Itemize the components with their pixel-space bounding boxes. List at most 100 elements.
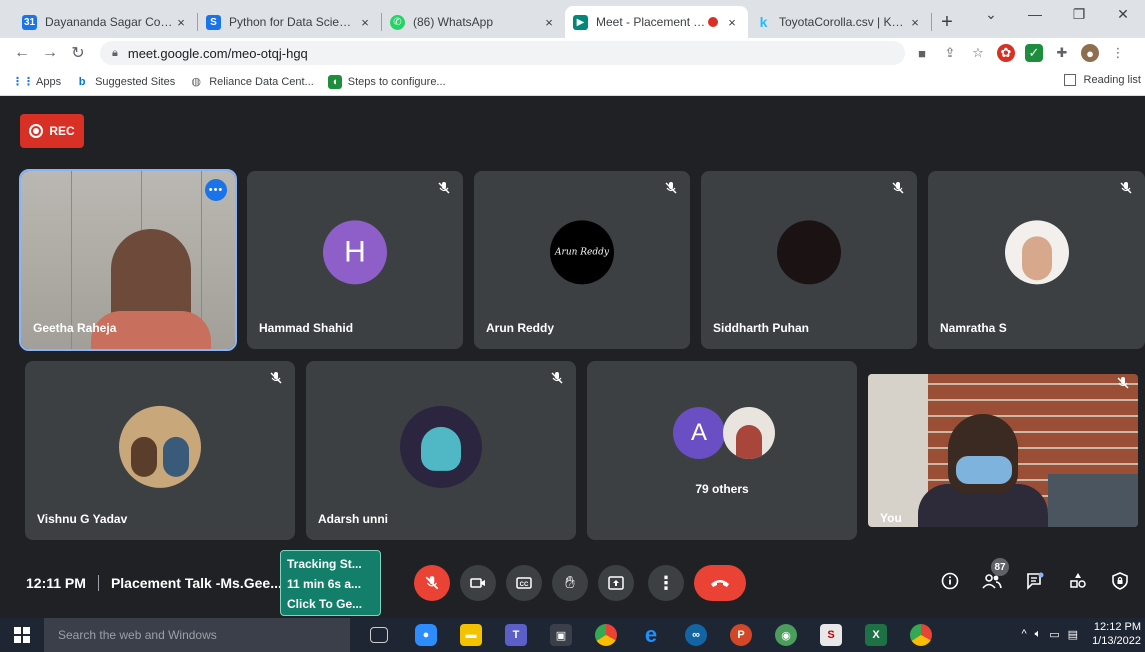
meeting-title[interactable]: Placement Talk -Ms.Gee...: [111, 575, 282, 591]
windows-taskbar: Search the web and Windows: [0, 618, 1145, 652]
present-screen-button[interactable]: [598, 565, 634, 601]
avatar: H: [323, 220, 387, 285]
tab-python[interactable]: S Python for Data Science - ×: [198, 6, 381, 38]
tracking-extension-popup[interactable]: Tracking St... 11 min 6s a... Click To G…: [280, 550, 381, 616]
app-icon[interactable]: S: [820, 624, 842, 646]
lock-icon: 🔒︎: [112, 46, 118, 59]
webex-icon[interactable]: ∞: [685, 624, 707, 646]
bookmark-suggested-sites[interactable]: b Suggested Sites: [75, 75, 176, 89]
mic-off-icon: [1120, 182, 1132, 194]
url-input[interactable]: 🔒︎ meet.google.com/meo-otqj-hgq: [100, 41, 905, 65]
participant-tile-arun[interactable]: Arun Reddy Arun Reddy: [474, 171, 690, 349]
tab-close-icon[interactable]: ×: [357, 15, 373, 30]
divider: [97, 575, 99, 591]
chrome-icon[interactable]: [910, 624, 932, 646]
notification-icon[interactable]: ▤: [1068, 628, 1078, 641]
file-explorer-icon[interactable]: ▬: [460, 624, 482, 646]
participant-tile-vishnu[interactable]: Vishnu G Yadav: [25, 361, 295, 540]
start-button[interactable]: [0, 618, 44, 652]
extension-check-icon[interactable]: ✓: [1025, 44, 1043, 62]
globe-icon: ◍: [191, 76, 201, 88]
reload-icon[interactable]: ↻: [64, 43, 92, 63]
restore-icon[interactable]: ❐: [1057, 6, 1101, 23]
bookmark-steps[interactable]: ◖ Steps to configure...: [327, 74, 446, 89]
reading-list-button[interactable]: Reading list: [1063, 74, 1141, 86]
chrome-profile-icon[interactable]: ◉: [775, 624, 797, 646]
participant-tile-siddharth[interactable]: Siddharth Puhan: [701, 171, 917, 349]
participant-tile-hammad[interactable]: H Hammad Shahid: [247, 171, 463, 349]
tab-close-icon[interactable]: ×: [173, 15, 189, 30]
more-options-button[interactable]: ⋮: [648, 565, 684, 601]
whatsapp-icon: ✆: [390, 14, 405, 30]
more-options-icon[interactable]: •••: [205, 179, 227, 201]
share-icon[interactable]: ⇪: [941, 44, 959, 62]
battery-icon[interactable]: ▭: [1049, 628, 1059, 641]
system-tray: ^ 🔈︎ ▭ ▤ 12:12 PM 1/13/2022: [1021, 620, 1141, 648]
participant-tile-others[interactable]: A 79 others: [587, 361, 857, 540]
tab-search-icon[interactable]: ⌄: [969, 6, 1013, 23]
meeting-clock: 12:11 PM: [26, 575, 86, 591]
closed-captions-icon: CC: [516, 577, 532, 589]
host-controls-button[interactable]: [1107, 568, 1133, 594]
extension-red-icon[interactable]: ✿: [997, 44, 1015, 62]
close-window-icon[interactable]: ✕: [1101, 6, 1145, 23]
menu-kebab-icon[interactable]: ⋮: [1109, 44, 1127, 62]
participant-name: Geetha Raheja: [33, 321, 117, 335]
participant-tile-you[interactable]: You: [868, 374, 1138, 527]
participant-tile-adarsh[interactable]: Adarsh unni: [306, 361, 576, 540]
taskbar-clock[interactable]: 12:12 PM 1/13/2022: [1092, 620, 1141, 648]
bookmark-apps[interactable]: ⋮⋮ Apps: [12, 75, 61, 89]
mic-off-icon: [892, 182, 904, 194]
powerpoint-icon[interactable]: P: [730, 624, 752, 646]
chevron-up-icon[interactable]: ^: [1021, 628, 1026, 640]
excel-icon[interactable]: X: [865, 624, 887, 646]
calendar-icon: 31: [22, 14, 37, 30]
mic-off-icon: [665, 182, 677, 194]
extensions-puzzle-icon[interactable]: ✚: [1053, 44, 1071, 62]
bookmark-reliance[interactable]: ◍ Reliance Data Cent...: [189, 75, 313, 89]
new-tab-button[interactable]: +: [932, 6, 962, 38]
avatar: [723, 407, 775, 459]
tab-whatsapp[interactable]: ✆ (86) WhatsApp ×: [382, 6, 565, 38]
profile-avatar-icon[interactable]: ●: [1081, 44, 1099, 62]
camera-toggle-button[interactable]: [460, 565, 496, 601]
minimize-icon[interactable]: —: [1013, 6, 1057, 23]
chat-button[interactable]: [1022, 568, 1048, 594]
tab-meet[interactable]: ▶ Meet - Placement Tal ×: [565, 6, 748, 38]
present-icon: [608, 576, 624, 590]
hang-up-icon: [711, 580, 729, 587]
tab-close-icon[interactable]: ×: [724, 15, 740, 30]
tracking-line[interactable]: Click To Ge...: [287, 594, 374, 614]
edge-icon[interactable]: e: [640, 622, 662, 647]
reading-list-icon: [1063, 74, 1076, 86]
tab-close-icon[interactable]: ×: [907, 15, 923, 30]
tab-kaggle[interactable]: k ToyotaCorolla.csv | Kaggle ×: [748, 6, 931, 38]
participant-tile-namratha[interactable]: Namratha S: [928, 171, 1145, 349]
camera-icon[interactable]: ■: [913, 44, 931, 62]
meeting-info-button[interactable]: [937, 568, 963, 594]
task-view-icon[interactable]: [370, 627, 388, 643]
bookmark-star-icon[interactable]: ☆: [969, 44, 987, 62]
activities-button[interactable]: [1065, 568, 1091, 594]
tab-close-icon[interactable]: ×: [541, 15, 557, 30]
back-icon[interactable]: ←: [8, 44, 36, 62]
bookmarks-bar: ⋮⋮ Apps b Suggested Sites ◍ Reliance Dat…: [0, 68, 1145, 96]
participant-tile-geetha[interactable]: ••• Geetha Raheja: [19, 169, 237, 351]
captions-button[interactable]: CC: [506, 565, 542, 601]
chrome-icon[interactable]: [595, 624, 617, 646]
zoom-icon[interactable]: ●: [415, 624, 437, 646]
forward-icon[interactable]: →: [36, 44, 64, 62]
tab-dayananda[interactable]: 31 Dayananda Sagar College ×: [14, 6, 197, 38]
tab-title: ToyotaCorolla.csv | Kaggle: [779, 15, 907, 29]
recording-button[interactable]: REC: [20, 114, 84, 148]
tab-title: (86) WhatsApp: [413, 15, 494, 29]
leave-call-button[interactable]: [694, 565, 746, 601]
raise-hand-button[interactable]: ✋︎: [552, 565, 588, 601]
store-icon[interactable]: ▣: [550, 624, 572, 646]
teams-icon[interactable]: T: [505, 624, 527, 646]
mic-toggle-button[interactable]: [414, 565, 450, 601]
chat-icon: [1027, 572, 1044, 590]
avatar: Arun Reddy: [550, 220, 614, 285]
taskbar-search-input[interactable]: Search the web and Windows: [44, 618, 350, 652]
speaker-icon[interactable]: 🔈︎: [1035, 628, 1042, 641]
